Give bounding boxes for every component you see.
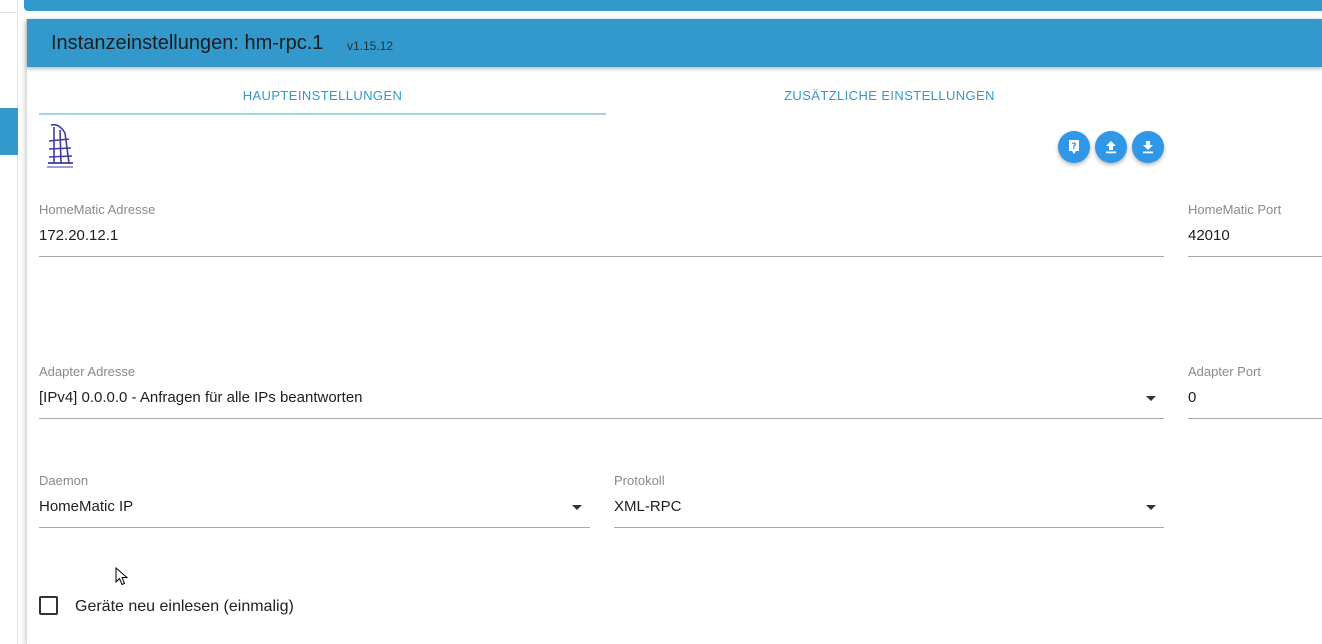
help-icon: ? bbox=[1069, 140, 1079, 154]
sidebar-divider bbox=[0, 12, 18, 13]
tab-active-indicator bbox=[39, 113, 606, 115]
homematic-port-field[interactable]: HomeMatic Port 42010 bbox=[1188, 202, 1322, 262]
homematic-port-label: HomeMatic Port bbox=[1188, 202, 1282, 217]
protocol-select[interactable]: Protokoll XML-RPC bbox=[614, 473, 1164, 533]
tab-additional-settings[interactable]: ZUSÄTZLICHE EINSTELLUNGEN bbox=[606, 75, 1173, 115]
adapter-address-dropdown-icon[interactable] bbox=[1146, 396, 1156, 401]
tab-bar: HAUPTEINSTELLUNGEN ZUSÄTZLICHE EINSTELLU… bbox=[39, 75, 1322, 115]
version-badge: v1.15.12 bbox=[347, 39, 394, 53]
adapter-address-underline bbox=[39, 418, 1164, 419]
homematic-address-underline bbox=[39, 256, 1164, 257]
upload-icon bbox=[1106, 141, 1116, 154]
protocol-underline bbox=[614, 527, 1164, 528]
download-button[interactable] bbox=[1132, 131, 1164, 163]
daemon-dropdown-icon[interactable] bbox=[572, 505, 582, 510]
adapter-port-input[interactable]: 0 bbox=[1188, 389, 1196, 406]
sidebar-active-marker[interactable] bbox=[0, 108, 18, 155]
adapter-address-value[interactable]: [IPv4] 0.0.0.0 - Anfragen für alle IPs b… bbox=[39, 389, 363, 406]
homematic-logo-icon bbox=[47, 123, 73, 168]
upload-button[interactable] bbox=[1095, 131, 1127, 163]
adapter-port-label: Adapter Port bbox=[1188, 364, 1261, 379]
download-icon bbox=[1143, 141, 1153, 154]
protocol-label: Protokoll bbox=[614, 473, 665, 488]
daemon-underline bbox=[39, 527, 590, 528]
homematic-address-input[interactable]: 172.20.12.1 bbox=[39, 227, 118, 244]
page-title: Instanzeinstellungen: hm-rpc.1 bbox=[51, 32, 324, 54]
help-button[interactable]: ? bbox=[1058, 131, 1090, 163]
reread-devices-checkbox[interactable] bbox=[39, 596, 58, 615]
adapter-address-select[interactable]: Adapter Adresse [IPv4] 0.0.0.0 - Anfrage… bbox=[39, 364, 1164, 424]
protocol-value[interactable]: XML-RPC bbox=[614, 498, 682, 515]
daemon-label: Daemon bbox=[39, 473, 89, 488]
daemon-value[interactable]: HomeMatic IP bbox=[39, 498, 133, 515]
homematic-address-field[interactable]: HomeMatic Adresse 172.20.12.1 bbox=[39, 202, 1164, 262]
daemon-select[interactable]: Daemon HomeMatic IP bbox=[39, 473, 590, 533]
mouse-pointer-icon bbox=[115, 567, 129, 586]
adapter-port-field[interactable]: Adapter Port 0 bbox=[1188, 364, 1322, 424]
top-app-bar bbox=[24, 0, 1322, 11]
homematic-port-underline bbox=[1188, 256, 1322, 257]
protocol-dropdown-icon[interactable] bbox=[1146, 505, 1156, 510]
instance-settings-dialog: Instanzeinstellungen: hm-rpc.1 v1.15.12 … bbox=[26, 19, 1322, 644]
svg-text:?: ? bbox=[1071, 142, 1076, 152]
reread-devices-label[interactable]: Geräte neu einlesen (einmalig) bbox=[75, 598, 294, 616]
tab-main-settings[interactable]: HAUPTEINSTELLUNGEN bbox=[39, 75, 606, 115]
homematic-address-label: HomeMatic Adresse bbox=[39, 202, 156, 217]
dialog-header: Instanzeinstellungen: hm-rpc.1 v1.15.12 bbox=[27, 19, 1322, 67]
homematic-port-input[interactable]: 42010 bbox=[1188, 227, 1230, 244]
app-root: Instanzeinstellungen: hm-rpc.1 v1.15.12 … bbox=[0, 0, 1322, 644]
sidebar bbox=[0, 0, 18, 644]
adapter-address-label: Adapter Adresse bbox=[39, 364, 136, 379]
adapter-port-underline bbox=[1188, 418, 1322, 419]
